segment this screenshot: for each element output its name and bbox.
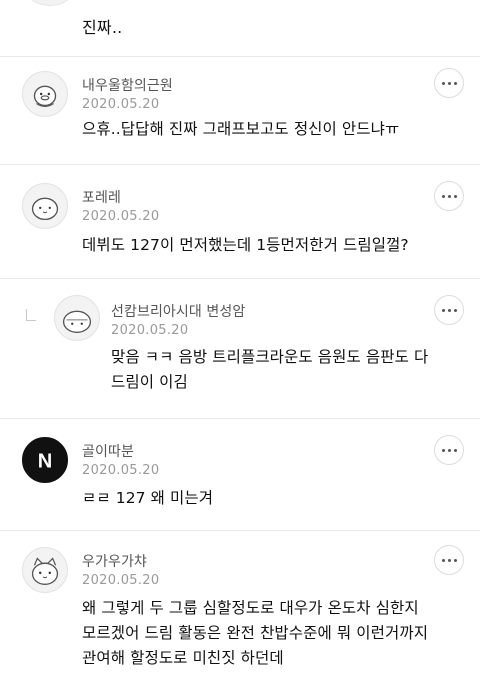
avatar-partial[interactable] <box>28 0 72 6</box>
more-options-button[interactable] <box>434 295 464 325</box>
comment-item: 내우울함의근원 2020.05.20 으휴..답답해 진짜 그래프보고도 정신이… <box>0 57 480 175</box>
dot-icon <box>453 194 457 198</box>
dot-icon <box>447 194 451 198</box>
dot-icon <box>441 308 445 312</box>
comment-date: 2020.05.20 <box>111 323 189 338</box>
comment-line: 맞음 ㅋㅋ 음방 트리플크라운도 음원도 음판도 다 <box>111 348 429 366</box>
comment-text: 으휴..답답해 진짜 그래프보고도 정신이 안드냐ㅠ <box>82 117 399 142</box>
commenter-name[interactable]: 포레레 <box>82 187 121 207</box>
comment-text: 데뷔도 127이 먼저했는데 1등먼저한거 드림일껄? <box>82 233 409 258</box>
dot-icon <box>441 81 445 85</box>
comment-line: 드림이 이김 <box>111 373 188 391</box>
comment-line: 데뷔도 127이 먼저했는데 1등먼저한거 드림일껄? <box>82 236 409 254</box>
dot-icon <box>447 558 451 562</box>
dot-icon <box>441 194 445 198</box>
comment-line: 관여해 할정도로 미친짓 하던데 <box>82 649 284 667</box>
duck-avatar-icon[interactable] <box>22 71 68 117</box>
commenter-name[interactable]: 내우울함의근원 <box>82 75 173 95</box>
comment-item: 우가우가챠 2020.05.20 왜 그렇게 두 그룹 심할정도로 대우가 온도… <box>0 531 480 683</box>
dot-icon <box>441 448 445 452</box>
comment-date: 2020.05.20 <box>82 463 160 478</box>
cat-avatar-icon[interactable] <box>22 547 68 593</box>
comment-line: 모르겠어 드림 활동은 완전 찬밥수준에 뭐 이런거까지 <box>82 624 429 642</box>
dot-icon <box>453 558 457 562</box>
comment-date: 2020.05.20 <box>82 209 160 224</box>
commenter-name[interactable]: 선캄브리아시대 변성암 <box>111 301 245 321</box>
dot-icon <box>453 81 457 85</box>
letter-n-avatar-icon[interactable]: N <box>22 437 68 483</box>
comment-text: 진짜.. <box>82 18 123 37</box>
comment-line: 왜 그렇게 두 그룹 심할정도로 대우가 온도차 심한지 <box>82 599 419 617</box>
comment-feed: 진짜.. 내우울함의근원 2020.05.20 으휴..답답해 진짜 그래프보고… <box>0 0 480 683</box>
dot-icon <box>447 308 451 312</box>
bunny-avatar-icon[interactable] <box>22 183 68 229</box>
comment-date: 2020.05.20 <box>82 573 160 588</box>
reply-indicator-icon <box>26 309 36 321</box>
comment-line: 으휴..답답해 진짜 그래프보고도 정신이 안드냐ㅠ <box>82 120 400 138</box>
rock-avatar-icon[interactable] <box>54 295 100 341</box>
more-options-button[interactable] <box>434 545 464 575</box>
comment-line: ㄹㄹ 127 왜 미는겨 <box>82 489 214 507</box>
comment-text: 왜 그렇게 두 그룹 심할정도로 대우가 온도차 심한지 모르겠어 드림 활동은… <box>82 596 428 671</box>
comment-text: ㄹㄹ 127 왜 미는겨 <box>82 486 213 511</box>
more-options-button[interactable] <box>434 68 464 98</box>
more-options-button[interactable] <box>434 435 464 465</box>
comment-date: 2020.05.20 <box>82 97 160 112</box>
dot-icon <box>447 81 451 85</box>
comment-item: 포레레 2020.05.20 데뷔도 127이 먼저했는데 1등먼저한거 드림일… <box>0 165 480 277</box>
dot-icon <box>453 308 457 312</box>
dot-icon <box>441 558 445 562</box>
dot-icon <box>453 448 457 452</box>
commenter-name[interactable]: 우가우가챠 <box>82 551 147 571</box>
comment-text: 맞음 ㅋㅋ 음방 트리플크라운도 음원도 음판도 다 드림이 이김 <box>111 345 428 395</box>
commenter-name[interactable]: 골이따분 <box>82 441 134 461</box>
more-options-button[interactable] <box>434 181 464 211</box>
reply-item: 선캄브리아시대 변성암 2020.05.20 맞음 ㅋㅋ 음방 트리플크라운도 … <box>0 279 480 418</box>
comment-item: N 골이따분 2020.05.20 ㄹㄹ 127 왜 미는겨 <box>0 419 480 531</box>
comment-partial: 진짜.. <box>0 0 480 56</box>
avatar-letter: N <box>38 451 53 473</box>
dot-icon <box>447 448 451 452</box>
